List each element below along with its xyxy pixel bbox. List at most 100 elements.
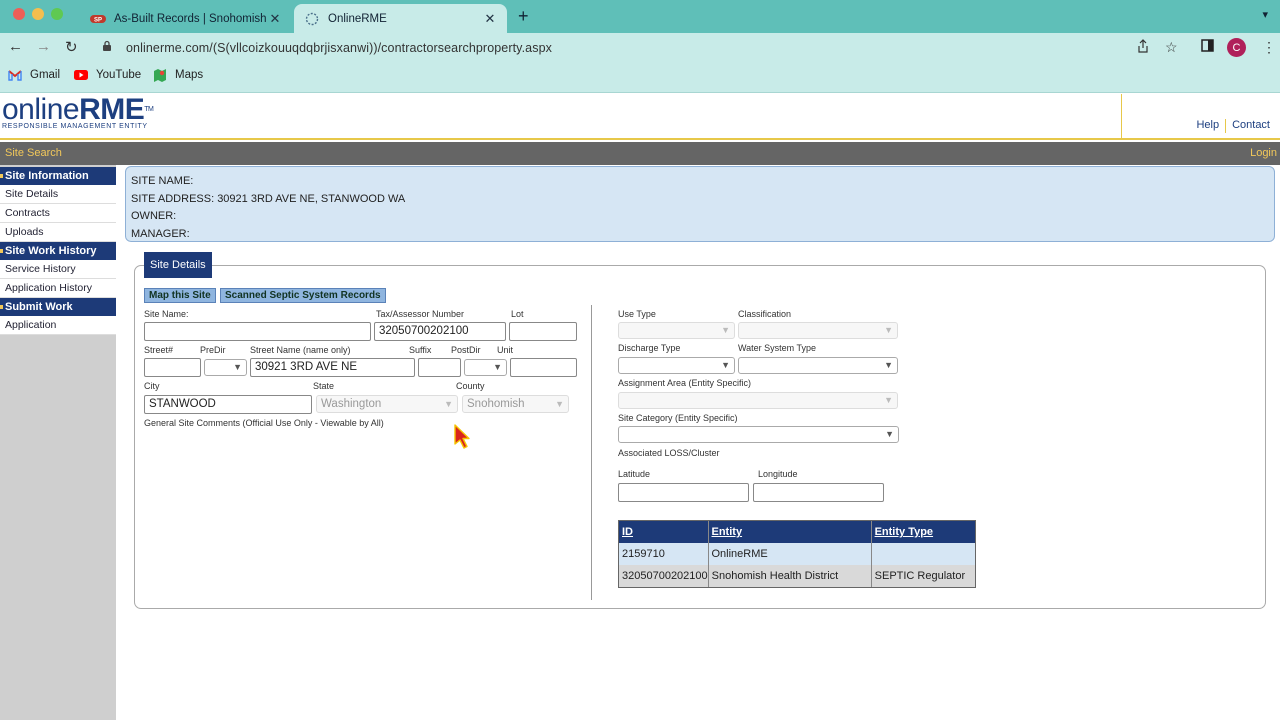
suffix-label: Suffix [409, 345, 432, 355]
site-search-link[interactable]: Site Search [5, 147, 62, 159]
close-tab-icon[interactable]: ✕ [268, 11, 282, 27]
sidebar: Site Information Site Details Contracts … [0, 165, 116, 720]
site-name-label: Site Name: [144, 309, 189, 319]
site-name-line: SITE NAME: [131, 175, 194, 187]
tax-number-input[interactable]: 32050700202100 [374, 322, 506, 341]
onlinerme-logo[interactable]: onlineRMETM RESPONSIBLE MANAGEMENT ENTIT… [2, 93, 154, 131]
sidebar-section-site-work-history: Site Work History [0, 242, 116, 260]
bookmark-youtube[interactable]: YouTube [74, 69, 141, 81]
predir-label: PreDir [200, 345, 226, 355]
logo-online: online [2, 93, 80, 126]
lock-icon [102, 40, 116, 55]
table-row[interactable]: 32050700202100 Snohomish Health District… [619, 565, 975, 587]
entity-type-column-header[interactable]: Entity Type [872, 521, 975, 543]
entity-column-header[interactable]: Entity [709, 521, 872, 543]
scanned-septic-records-button[interactable]: Scanned Septic System Records [220, 288, 386, 303]
column-divider [591, 305, 592, 600]
sidebar-item-service-history[interactable]: Service History [0, 260, 116, 279]
site-details-tab[interactable]: Site Details [144, 252, 212, 278]
maximize-window-button[interactable] [51, 8, 63, 20]
sidebar-item-contracts[interactable]: Contracts [0, 204, 116, 223]
sidebar-section-submit-work: Submit Work [0, 298, 116, 316]
site-header: onlineRMETM RESPONSIBLE MANAGEMENT ENTIT… [0, 94, 1280, 140]
tab-title: As-Built Records | Snohomish C [114, 12, 268, 25]
chevron-down-icon: ▼ [884, 395, 893, 405]
logo-subtitle: RESPONSIBLE MANAGEMENT ENTITY [2, 123, 148, 130]
discharge-type-select[interactable]: ▼ [618, 357, 735, 374]
chevron-down-icon: ▼ [884, 325, 893, 335]
table-cell: 2159710 [619, 543, 709, 565]
chevron-down-icon: ▼ [721, 325, 730, 335]
classification-select[interactable]: ▼ [738, 322, 898, 339]
sidebar-item-application[interactable]: Application [0, 316, 116, 335]
map-this-site-button[interactable]: Map this Site [144, 288, 216, 303]
latitude-input[interactable] [618, 483, 749, 502]
snohomish-favicon-icon: SP [90, 11, 106, 27]
loading-favicon-icon [304, 11, 320, 27]
close-window-button[interactable] [13, 8, 25, 20]
county-value: Snohomish [467, 398, 525, 410]
site-category-label: Site Category (Entity Specific) [618, 413, 738, 423]
classification-label: Classification [738, 309, 792, 319]
login-link[interactable]: Login [1250, 147, 1277, 159]
browser-menu-icon[interactable]: ⋮ [1262, 39, 1276, 56]
contact-link[interactable]: Contact [1226, 119, 1276, 133]
state-label: State [313, 381, 335, 391]
address-bar[interactable]: onlinerme.com/(S(vllcoizkouuqdqbrjisxanw… [92, 35, 1192, 60]
owner-line: OWNER: [131, 210, 177, 222]
share-icon[interactable] [1137, 39, 1149, 56]
site-name-input[interactable] [144, 322, 371, 341]
chevron-down-icon: ▼ [884, 360, 893, 370]
chevron-down-icon[interactable]: ▾ [1262, 8, 1268, 21]
water-system-type-label: Water System Type [738, 343, 817, 353]
svg-text:SP: SP [94, 17, 102, 23]
street-number-input[interactable] [144, 358, 201, 377]
new-tab-icon[interactable]: + [518, 6, 529, 27]
bookmark-star-icon[interactable]: ☆ [1165, 39, 1178, 56]
minimize-window-button[interactable] [32, 8, 44, 20]
tax-number-label: Tax/Assessor Number [376, 309, 465, 319]
assignment-area-label: Assignment Area (Entity Specific) [618, 378, 752, 388]
reload-icon[interactable]: ↻ [65, 38, 78, 56]
bookmark-gmail[interactable]: Gmail [8, 69, 60, 81]
county-label: County [456, 381, 485, 391]
unit-input[interactable] [510, 358, 577, 377]
lot-label: Lot [511, 309, 524, 319]
county-select[interactable]: Snohomish ▼ [462, 395, 569, 413]
browser-tab-asbuilt[interactable]: SP As-Built Records | Snohomish C ✕ [80, 4, 292, 33]
table-header-row: ID Entity Entity Type [619, 521, 975, 543]
table-cell: Snohomish Health District [709, 565, 872, 587]
bookmark-label: Gmail [30, 69, 61, 81]
back-arrow-icon[interactable]: ← [8, 38, 23, 55]
help-link[interactable]: Help [1190, 119, 1225, 133]
assignment-area-select[interactable]: ▼ [618, 392, 898, 409]
side-panel-icon[interactable] [1201, 39, 1214, 55]
suffix-input[interactable] [418, 358, 461, 377]
longitude-input[interactable] [753, 483, 884, 502]
state-select[interactable]: Washington ▼ [316, 395, 458, 413]
id-column-header[interactable]: ID [619, 521, 709, 543]
site-category-select[interactable]: ▼ [618, 426, 899, 443]
table-row[interactable]: 2159710 OnlineRME [619, 543, 975, 565]
sidebar-item-uploads[interactable]: Uploads [0, 223, 116, 242]
sidebar-item-site-details[interactable]: Site Details [0, 185, 116, 204]
sidebar-item-application-history[interactable]: Application History [0, 279, 116, 298]
mouse-cursor-icon [454, 424, 470, 453]
browser-tab-onlinerme[interactable]: OnlineRME ✕ [294, 4, 507, 33]
state-value: Washington [321, 398, 382, 410]
predir-select[interactable]: ▼ [204, 359, 247, 376]
forward-arrow-icon[interactable]: → [36, 38, 51, 55]
chevron-down-icon: ▼ [555, 399, 564, 409]
browser-toolbar: ← → ↻ onlinerme.com/(S(vllcoizkouuqdqbrj… [0, 33, 1280, 62]
postdir-select[interactable]: ▼ [464, 359, 507, 376]
street-name-input[interactable]: 30921 3RD AVE NE [250, 358, 415, 377]
bookmark-maps[interactable]: Maps [153, 68, 204, 82]
lot-input[interactable] [509, 322, 577, 341]
use-type-select[interactable]: ▼ [618, 322, 735, 339]
city-input[interactable]: STANWOOD [144, 395, 312, 414]
bookmark-label: Maps [175, 69, 204, 81]
water-system-type-select[interactable]: ▼ [738, 357, 898, 374]
profile-avatar[interactable]: C [1227, 38, 1246, 57]
street-name-label: Street Name (name only) [250, 345, 351, 355]
close-tab-icon[interactable]: ✕ [483, 11, 497, 27]
